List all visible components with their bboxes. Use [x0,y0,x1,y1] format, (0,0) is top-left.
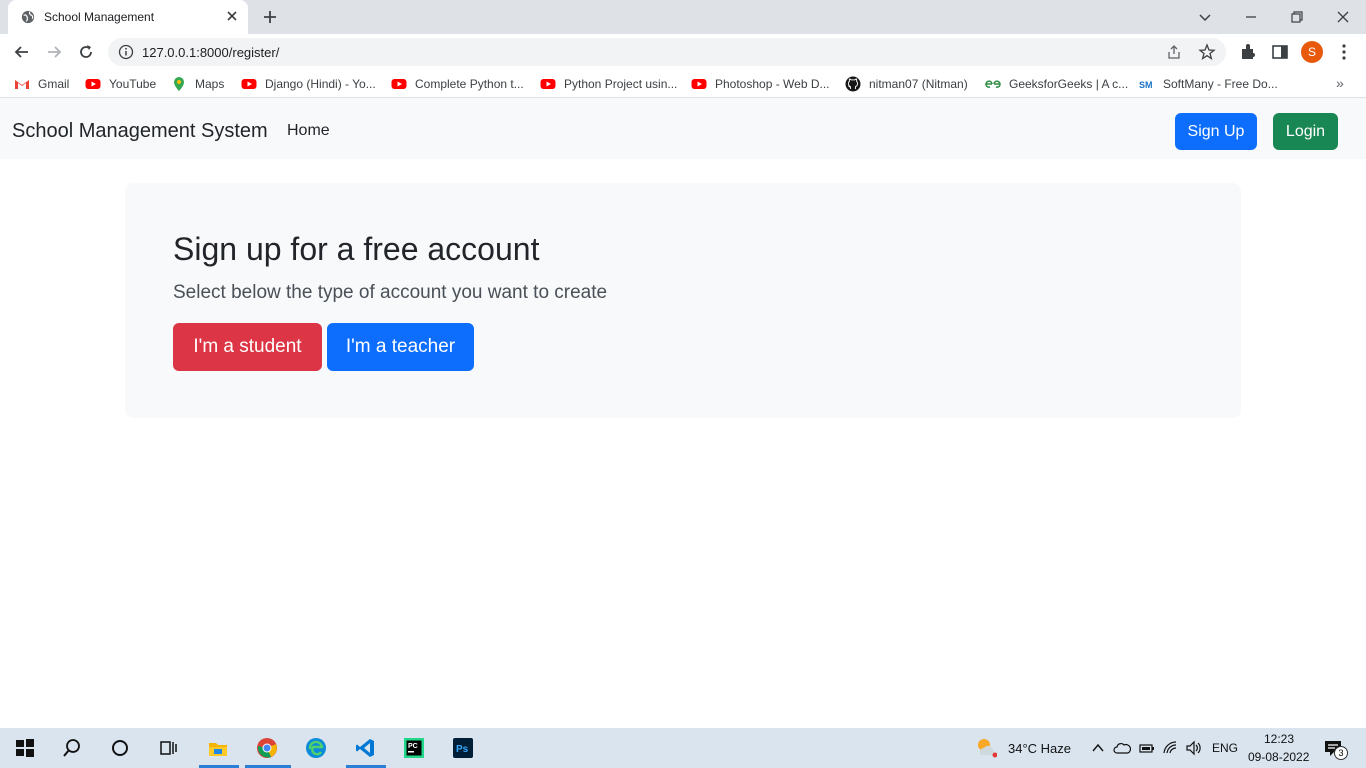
nav-link-home[interactable]: Home [287,122,330,140]
bookmark-django-hindi[interactable]: Django (Hindi) - Yo... [241,76,376,92]
bookmark-geeksforgeeks[interactable]: GeeksforGeeks | A c... [985,76,1128,92]
bookmark-label: GeeksforGeeks | A c... [1009,77,1129,91]
bookmark-python-project[interactable]: Python Project usin... [540,76,677,92]
teacher-signup-button[interactable]: I'm a teacher [327,323,474,371]
signup-button[interactable]: Sign Up [1175,113,1257,150]
profile-avatar[interactable]: S [1301,41,1323,63]
vscode-icon[interactable] [354,737,376,759]
gmail-icon [15,80,29,89]
pycharm-icon[interactable]: PC [403,737,425,759]
svg-text:SM: SM [1139,80,1153,90]
bookmark-complete-python[interactable]: Complete Python t... [391,76,524,92]
more-bookmarks-button[interactable]: » [1336,75,1344,91]
battery-icon[interactable] [1138,739,1156,757]
bookmark-label: Gmail [38,77,70,91]
wifi-icon[interactable] [1162,739,1180,757]
weather-icon[interactable] [975,736,997,758]
menu-kebab-icon[interactable] [1334,42,1354,62]
url-text[interactable]: 127.0.0.1:8000/register/ [142,45,279,60]
reload-icon[interactable] [76,42,96,62]
maps-icon [174,77,184,91]
browser-toolbar: 127.0.0.1:8000/register/ S [0,34,1366,70]
browser-tab-strip: School Management [0,0,1366,34]
task-view-icon[interactable] [157,737,179,759]
bookmark-label: Maps [195,77,225,91]
search-icon[interactable] [61,737,83,759]
onedrive-icon[interactable] [1113,739,1131,757]
bookmark-label: YouTube [109,77,157,91]
photoshop-icon[interactable]: Ps [452,737,474,759]
weather-text[interactable]: 34°C Haze [1008,741,1071,756]
bookmark-label: Complete Python t... [415,77,524,91]
svg-text:PC: PC [408,743,418,750]
language-indicator[interactable]: ENG [1212,741,1238,755]
restore-icon[interactable] [1286,6,1308,28]
tab-title: School Management [44,10,155,24]
navbar-brand[interactable]: School Management System [12,120,268,143]
youtube-icon [241,79,257,89]
bookmark-youtube[interactable]: YouTube [85,76,156,92]
file-explorer-icon[interactable] [207,737,229,759]
site-info-icon[interactable] [118,44,134,60]
chrome-icon[interactable] [256,737,278,759]
youtube-icon [691,79,707,89]
back-icon[interactable] [12,42,32,62]
forward-icon[interactable] [44,42,64,62]
softmany-icon: SM [1139,80,1153,90]
youtube-icon [85,79,101,89]
bookmark-label: SoftMany - Free Do... [1163,77,1278,91]
bookmark-maps[interactable]: Maps [171,76,224,92]
bookmark-star-icon[interactable] [1198,43,1216,61]
youtube-icon [540,79,556,89]
page-lead: Select below the type of account you wan… [173,282,608,303]
bookmark-softmany[interactable]: SM SoftMany - Free Do... [1139,76,1278,92]
login-button[interactable]: Login [1273,113,1338,150]
bookmark-label: nitman07 (Nitman) [869,77,968,91]
windows-taskbar: PC Ps 34°C Haze ENG 12:23 09-08-2022 3 [0,728,1366,768]
bookmark-github-nitman[interactable]: nitman07 (Nitman) [845,76,968,92]
address-bar[interactable]: 127.0.0.1:8000/register/ [108,38,1226,66]
site-navbar: School Management System Home Sign Up Lo… [0,98,1366,159]
share-icon[interactable] [1166,44,1182,60]
bookmarks-bar: Gmail YouTube Maps Django (Hindi) - Yo..… [0,70,1366,98]
youtube-icon [391,79,407,89]
browser-tab[interactable]: School Management [8,0,248,34]
github-icon [845,76,861,92]
page-title: Sign up for a free account [173,231,540,267]
minimize-icon[interactable] [1240,6,1262,28]
bookmark-gmail[interactable]: Gmail [14,76,69,92]
clock-date[interactable]: 09-08-2022 [1248,750,1309,764]
volume-icon[interactable] [1185,739,1203,757]
svg-text:Ps: Ps [456,744,469,755]
bookmark-label: Django (Hindi) - Yo... [265,77,376,91]
tab-search-icon[interactable] [1194,6,1216,28]
signup-panel: Sign up for a free account Select below … [125,183,1241,418]
student-signup-button[interactable]: I'm a student [173,323,322,371]
notification-count-badge: 3 [1334,746,1348,760]
extensions-icon[interactable] [1238,42,1258,62]
bookmark-label: Python Project usin... [564,77,678,91]
windows-start-icon[interactable] [14,737,36,759]
new-tab-icon[interactable] [261,8,279,26]
geeksforgeeks-icon [985,80,1001,88]
globe-icon [21,10,35,24]
chevron-up-icon[interactable] [1089,739,1107,757]
side-panel-icon[interactable] [1270,42,1290,62]
edge-icon[interactable] [305,737,327,759]
close-window-icon[interactable] [1332,6,1354,28]
bookmark-photoshop[interactable]: Photoshop - Web D... [691,76,830,92]
cortana-icon[interactable] [109,737,131,759]
bookmark-label: Photoshop - Web D... [715,77,830,91]
close-tab-icon[interactable] [224,8,240,24]
clock-time[interactable]: 12:23 [1264,732,1294,746]
